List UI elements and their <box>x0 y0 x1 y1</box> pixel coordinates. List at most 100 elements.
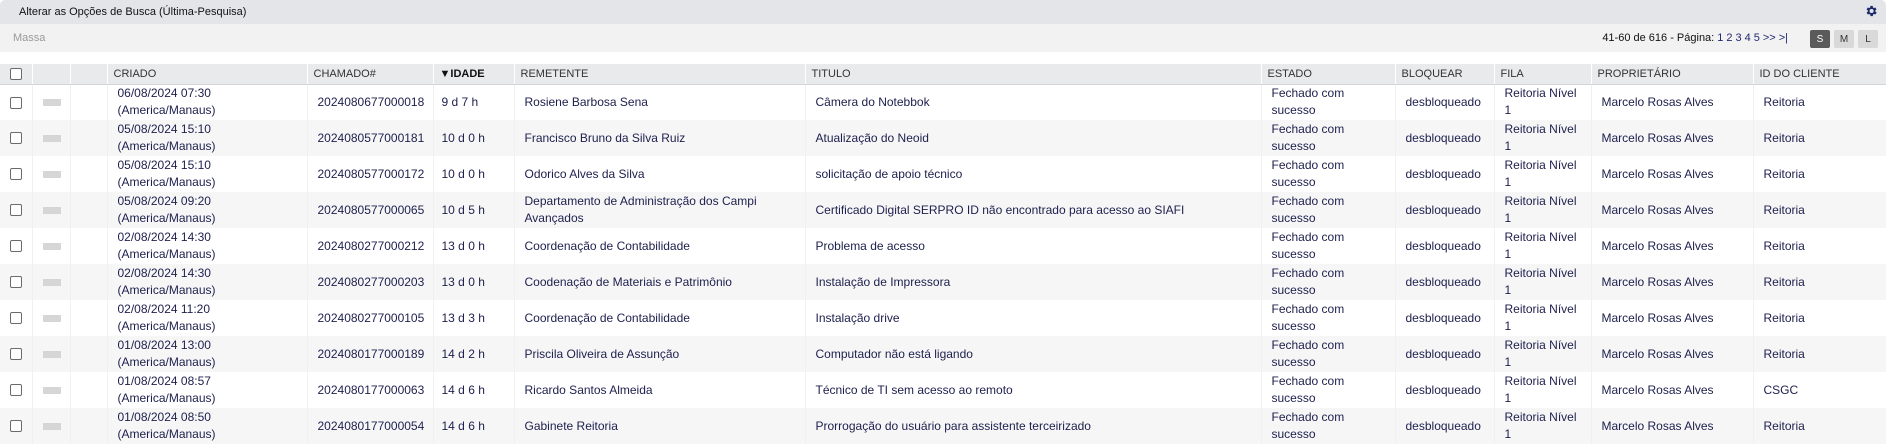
ticket-title[interactable]: solicitação de apoio técnico <box>805 156 1262 192</box>
table-row[interactable]: 01/08/2024 08:50 (America/Manaus) 20240801… <box>0 408 1886 444</box>
priority-flag-icon <box>42 386 61 394</box>
flag-cell <box>32 372 71 408</box>
header-lock[interactable]: BLOQUEAR <box>1395 64 1495 85</box>
sender-name: Coodenação de Materiais e Patrimônio <box>514 264 806 300</box>
queue-line-2: 1 <box>1504 427 1512 441</box>
ticket-age: 9 d 7 h <box>433 84 515 120</box>
state-line-2: sucesso <box>1271 175 1316 189</box>
created-cell: 05/08/2024 15:10 (America/Manaus) <box>107 156 308 192</box>
ticket-number[interactable]: 2024080277000203 <box>307 264 434 300</box>
row-checkbox[interactable] <box>9 204 22 217</box>
table-row[interactable]: 02/08/2024 14:30 (America/Manaus) 20240802… <box>0 228 1886 264</box>
ticket-number[interactable]: 2024080677000018 <box>307 84 434 120</box>
table-row[interactable]: 02/08/2024 14:30 (America/Manaus) 20240802… <box>0 264 1886 300</box>
queue-line-2: 1 <box>1504 211 1512 225</box>
ticket-number[interactable]: 2024080577000172 <box>307 156 434 192</box>
select-all-checkbox[interactable] <box>9 67 22 80</box>
ticket-title[interactable]: Problema de acesso <box>805 228 1262 264</box>
ticket-title[interactable]: Instalação drive <box>805 300 1262 336</box>
state-line-2: sucesso <box>1271 427 1316 441</box>
customer-id: Reitoria <box>1753 120 1886 156</box>
header-sender[interactable]: REMETENTE <box>514 64 806 85</box>
ticket-number[interactable]: 2024080577000181 <box>307 120 434 156</box>
row-checkbox[interactable] <box>9 420 22 433</box>
ticket-number[interactable]: 2024080277000212 <box>307 228 434 264</box>
table-row[interactable]: 06/08/2024 07:30 (America/Manaus) 20240806… <box>0 84 1886 120</box>
header-ticket[interactable]: CHAMADO# <box>307 64 434 85</box>
page-link[interactable]: >> <box>1763 32 1776 44</box>
ticket-number[interactable]: 2024080177000063 <box>307 372 434 408</box>
ticket-number[interactable]: 2024080277000105 <box>307 300 434 336</box>
row-checkbox[interactable] <box>9 168 22 181</box>
header-queue[interactable]: FILA <box>1494 64 1592 85</box>
created-date: 02/08/2024 11:20 <box>117 302 211 316</box>
state-line-1: Fechado com <box>1271 374 1345 388</box>
ticket-title[interactable]: Técnico de TI sem acesso ao remoto <box>805 372 1262 408</box>
created-timezone: (America/Manaus) <box>117 427 216 441</box>
ticket-title[interactable]: Atualização do Neoid <box>805 120 1262 156</box>
created-date: 05/08/2024 09:20 <box>117 194 211 208</box>
row-checkbox[interactable] <box>9 132 22 145</box>
table-row[interactable]: 05/08/2024 09:20 (America/Manaus) 20240805… <box>0 192 1886 228</box>
ticket-number[interactable]: 2024080577000065 <box>307 192 434 228</box>
size-button-l[interactable]: L <box>1858 30 1878 48</box>
blank-cell <box>70 264 108 300</box>
header-state[interactable]: ESTADO <box>1261 64 1396 85</box>
row-checkbox[interactable] <box>9 276 22 289</box>
search-options-title[interactable]: Alterar as Opções de Busca (Última-Pesqu… <box>19 6 246 18</box>
ticket-title[interactable]: Instalação de Impressora <box>805 264 1262 300</box>
ticket-title[interactable]: Computador não está ligando <box>805 336 1262 372</box>
created-cell: 02/08/2024 14:30 (America/Manaus) <box>107 264 308 300</box>
created-timezone: (America/Manaus) <box>117 391 216 405</box>
ticket-title[interactable]: Câmera do Notebbok <box>805 84 1262 120</box>
header-age[interactable]: ▼IDADE <box>433 64 515 85</box>
page-link[interactable]: >| <box>1779 32 1788 44</box>
priority-flag-icon <box>42 242 61 250</box>
priority-flag-icon <box>42 134 61 142</box>
table-row[interactable]: 05/08/2024 15:10 (America/Manaus) 20240805… <box>0 156 1886 192</box>
row-checkbox[interactable] <box>9 384 22 397</box>
owner-name: Marcelo Rosas Alves <box>1591 156 1754 192</box>
sender-name: Coordenação de Contabilidade <box>514 300 806 336</box>
customer-id: CSGC <box>1753 372 1886 408</box>
priority-flag-icon <box>42 350 61 358</box>
ticket-number[interactable]: 2024080177000054 <box>307 408 434 444</box>
owner-name: Marcelo Rosas Alves <box>1591 264 1754 300</box>
gear-icon[interactable] <box>1864 4 1878 18</box>
header-created[interactable]: CRIADO <box>107 64 308 85</box>
ticket-title[interactable]: Certificado Digital SERPRO ID não encont… <box>805 192 1262 228</box>
page-link[interactable]: 5 <box>1754 32 1760 44</box>
header-customer[interactable]: ID DO CLIENTE <box>1753 64 1886 85</box>
table-row[interactable]: 01/08/2024 13:00 (America/Manaus) 20240801… <box>0 336 1886 372</box>
state-line-1: Fechado com <box>1271 122 1345 136</box>
page-link[interactable]: 2 <box>1726 32 1732 44</box>
page-link[interactable]: 4 <box>1745 32 1751 44</box>
ticket-age: 14 d 6 h <box>433 408 515 444</box>
ticket-age: 14 d 2 h <box>433 336 515 372</box>
ticket-title[interactable]: Prorrogação do usuário para assistente t… <box>805 408 1262 444</box>
queue-cell: Reitoria Nível 1 <box>1494 156 1592 192</box>
table-row[interactable]: 05/08/2024 15:10 (America/Manaus) 20240805… <box>0 120 1886 156</box>
page-link[interactable]: 1 <box>1717 32 1723 44</box>
row-checkbox[interactable] <box>9 312 22 325</box>
lock-status: desbloqueado <box>1395 408 1495 444</box>
search-options-bar[interactable]: Alterar as Opções de Busca (Última-Pesqu… <box>0 0 1886 24</box>
row-checkbox[interactable] <box>9 240 22 253</box>
header-owner[interactable]: PROPRIETÁRIO <box>1591 64 1754 85</box>
ticket-number[interactable]: 2024080177000189 <box>307 336 434 372</box>
page-link[interactable]: 3 <box>1735 32 1741 44</box>
header-title[interactable]: TITULO <box>805 64 1262 85</box>
flag-cell <box>32 228 71 264</box>
table-row[interactable]: 01/08/2024 08:57 (America/Manaus) 20240801… <box>0 372 1886 408</box>
size-button-s[interactable]: S <box>1810 30 1830 48</box>
ticket-age: 14 d 6 h <box>433 372 515 408</box>
blank-cell <box>70 228 108 264</box>
state-cell: Fechado com sucesso <box>1261 408 1396 444</box>
row-checkbox[interactable] <box>9 96 22 109</box>
bulk-action-label[interactable]: Massa <box>13 32 45 44</box>
table-row[interactable]: 02/08/2024 11:20 (America/Manaus) 20240802… <box>0 300 1886 336</box>
state-line-2: sucesso <box>1271 247 1316 261</box>
row-checkbox[interactable] <box>9 348 22 361</box>
header-flag <box>32 64 71 85</box>
size-button-m[interactable]: M <box>1834 30 1854 48</box>
